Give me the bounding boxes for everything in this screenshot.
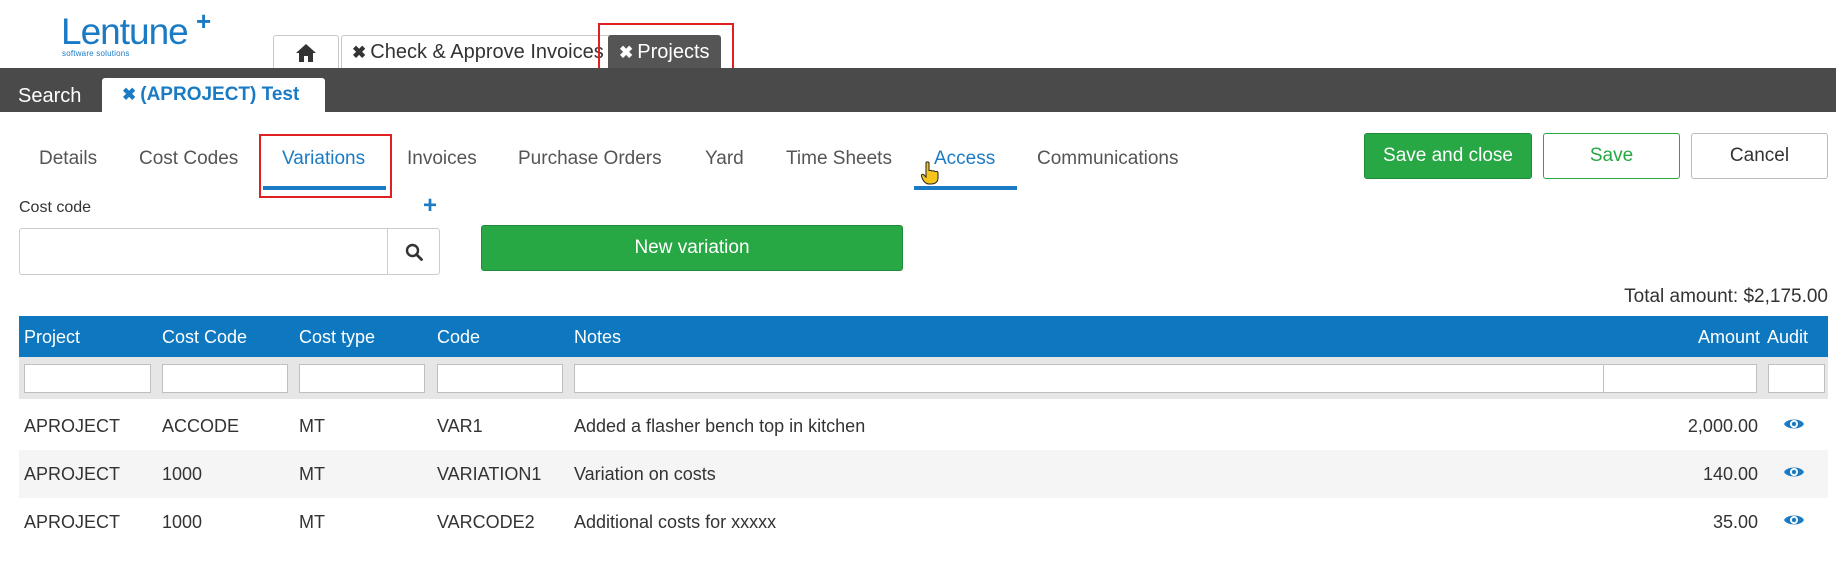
logo-tagline: software solutions [62,49,130,58]
subtab-cost-codes[interactable]: Cost Codes [139,148,238,170]
cell-amount: 35.00 [1712,512,1758,532]
column-header-audit[interactable]: Audit [1767,327,1808,347]
cell-project: APROJECT [24,512,121,532]
table-row[interactable]: APROJECT 1000 MT VARCODE2 Additional cos… [19,498,1828,546]
subtab-time-sheets[interactable]: Time Sheets [786,148,892,170]
cell-cost-code: ACCODE [162,416,240,436]
column-header-amount[interactable]: Amount [1698,327,1760,347]
column-header-cost-type[interactable]: Cost type [299,327,375,347]
cell-cost-type: MT [299,512,325,532]
audit-eye-icon[interactable] [1783,464,1805,480]
audit-eye-icon[interactable] [1783,416,1805,432]
close-icon[interactable]: ✖ [122,85,136,104]
cell-cost-code: 1000 [162,512,203,532]
hand-cursor-icon [920,161,939,190]
cell-code: VARIATION1 [437,464,542,484]
subtab-invoices[interactable]: Invoices [407,148,477,170]
project-tab[interactable]: ✖ (APROJECT) Test [102,78,325,112]
cost-code-label: Cost code [19,199,92,216]
filter-audit-input[interactable] [1768,364,1825,393]
cancel-button[interactable]: Cancel [1691,133,1828,179]
logo-wordmark: Lentune [61,11,189,52]
cell-amount: 140.00 [1702,464,1758,484]
column-header-cost-code[interactable]: Cost Code [162,327,247,347]
filter-code-input[interactable] [437,364,563,393]
audit-eye-icon[interactable] [1783,512,1805,528]
filter-amount-input[interactable] [1603,364,1757,393]
highlight-box-variations [259,134,392,198]
subtab-yard[interactable]: Yard [705,148,744,170]
subtab-details[interactable]: Details [39,148,97,170]
filter-row [19,357,1828,399]
cell-cost-type: MT [299,416,325,436]
table-header: Project Cost Code Cost type Code Notes A… [19,316,1828,357]
filter-cost-code-input[interactable] [162,364,288,393]
cell-notes: Added a flasher bench top in kitchen [574,416,866,436]
tab-label: Check & Approve Invoices [370,41,604,63]
save-button[interactable]: Save [1543,133,1680,179]
cost-code-input[interactable] [19,228,389,275]
cost-code-search-button[interactable] [387,228,440,275]
search-icon [405,243,423,261]
cell-cost-type: MT [299,464,325,484]
subtab-communications[interactable]: Communications [1037,148,1179,170]
cell-code: VARCODE2 [437,512,535,532]
logo: Lentune + software solutions [61,8,221,60]
project-tab-label: (APROJECT) Test [140,84,300,105]
search-tab[interactable]: Search [18,85,81,107]
cell-project: APROJECT [24,416,121,436]
close-icon[interactable]: ✖ [352,43,366,62]
column-header-notes[interactable]: Notes [574,327,621,347]
filter-cost-type-input[interactable] [299,364,425,393]
save-and-close-button[interactable]: Save and close [1364,133,1532,179]
subtab-access[interactable]: Access [934,148,995,170]
tab-home[interactable] [273,35,339,68]
filter-project-input[interactable] [24,364,151,393]
home-icon [296,44,316,62]
tab-check-approve-invoices[interactable]: ✖ Check & Approve Invoices [341,35,615,68]
cell-cost-code: 1000 [162,464,203,484]
new-variation-button[interactable]: New variation [481,225,903,271]
total-amount: Total amount: $2,175.00 [1624,286,1828,307]
cell-code: VAR1 [437,416,483,436]
cell-project: APROJECT [24,464,121,484]
table-row[interactable]: APROJECT 1000 MT VARIATION1 Variation on… [19,450,1828,498]
cell-notes: Variation on costs [574,464,716,484]
logo-plus: + [196,6,212,36]
cell-amount: 2,000.00 [1687,416,1758,436]
table-row[interactable]: APROJECT ACCODE MT VAR1 Added a flasher … [19,402,1828,450]
filter-notes-input[interactable] [574,364,1611,393]
cell-notes: Additional costs for xxxxx [574,512,777,532]
add-cost-code-icon[interactable]: + [423,194,437,218]
column-header-project[interactable]: Project [24,327,80,347]
subtab-purchase-orders[interactable]: Purchase Orders [518,148,662,170]
column-header-code[interactable]: Code [437,327,480,347]
